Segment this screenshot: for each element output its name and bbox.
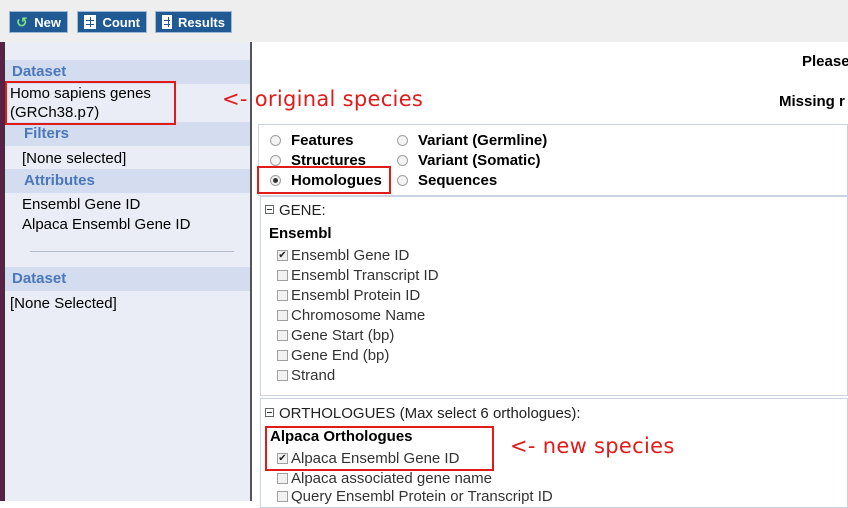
new-button[interactable]: ↺ New bbox=[9, 11, 68, 33]
divider bbox=[30, 251, 234, 252]
gene-field-transcript-id[interactable]: Ensembl Transcript ID bbox=[277, 267, 439, 284]
checkbox[interactable] bbox=[277, 330, 288, 341]
radio-variant-somatic[interactable]: Variant (Somatic) bbox=[397, 152, 541, 169]
checkbox[interactable] bbox=[277, 473, 288, 484]
annotation-new-species: <- new species bbox=[510, 434, 675, 458]
field-label: Query Ensembl Protein or Transcript ID bbox=[291, 488, 553, 505]
toolbar: ↺ New Count Results bbox=[0, 0, 848, 42]
collapse-icon[interactable] bbox=[265, 205, 274, 214]
gene-field-strand[interactable]: Strand bbox=[277, 367, 335, 384]
gene-field-chromosome[interactable]: Chromosome Name bbox=[277, 307, 425, 324]
ensembl-subheader: Ensembl bbox=[269, 225, 332, 242]
highlight-new-species bbox=[265, 426, 494, 471]
checkbox[interactable] bbox=[277, 310, 288, 321]
radio-button[interactable] bbox=[270, 155, 281, 166]
alpaca-field-gene-name[interactable]: Alpaca associated gene name bbox=[277, 470, 492, 487]
highlight-original-species bbox=[5, 81, 176, 125]
checkbox[interactable] bbox=[277, 290, 288, 301]
orthologues-header-label: ORTHOLOGUES (Max select 6 orthologues): bbox=[279, 405, 581, 422]
filters-header[interactable]: Filters bbox=[5, 122, 250, 146]
dataset2-header[interactable]: Dataset bbox=[5, 267, 250, 291]
field-label: Gene Start (bp) bbox=[291, 327, 395, 344]
gene-field-end[interactable]: Gene End (bp) bbox=[277, 347, 389, 364]
field-label: Chromosome Name bbox=[291, 307, 426, 324]
annotation-original-species: <- original species bbox=[222, 87, 424, 111]
gene-section-header[interactable]: GENE: bbox=[265, 202, 326, 219]
new-button-label: New bbox=[34, 14, 61, 30]
field-label: Ensembl Protein ID bbox=[291, 287, 421, 304]
checkbox[interactable] bbox=[277, 270, 288, 281]
refresh-icon: ↺ bbox=[16, 14, 28, 30]
radio-button[interactable] bbox=[397, 175, 408, 186]
radio-features[interactable]: Features bbox=[270, 132, 354, 149]
orthologues-section-header[interactable]: ORTHOLOGUES (Max select 6 orthologues): bbox=[265, 405, 581, 422]
collapse-icon[interactable] bbox=[265, 408, 274, 417]
gene-field-protein-id[interactable]: Ensembl Protein ID bbox=[277, 287, 420, 304]
radio-label: Variant (Somatic) bbox=[418, 152, 541, 169]
radio-sequences[interactable]: Sequences bbox=[397, 172, 497, 189]
attributes-header[interactable]: Attributes bbox=[5, 169, 250, 193]
please-message: Please bbox=[802, 53, 848, 70]
radio-variant-germline[interactable]: Variant (Germline) bbox=[397, 132, 547, 149]
field-label: Alpaca associated gene name bbox=[291, 470, 492, 487]
gene-field-start[interactable]: Gene Start (bp) bbox=[277, 327, 394, 344]
radio-label: Variant (Germline) bbox=[418, 132, 548, 149]
field-label: Strand bbox=[291, 367, 336, 384]
gene-header-label: GENE: bbox=[279, 202, 326, 219]
table-icon bbox=[162, 15, 173, 29]
checkbox-checked[interactable]: ✔ bbox=[277, 250, 288, 261]
radio-button[interactable] bbox=[397, 155, 408, 166]
alpaca-field-query-id[interactable]: Query Ensembl Protein or Transcript ID bbox=[277, 488, 553, 505]
missing-message: Missing r bbox=[779, 93, 845, 110]
results-button-label: Results bbox=[178, 14, 225, 30]
checkbox[interactable] bbox=[277, 350, 288, 361]
checkbox[interactable] bbox=[277, 370, 288, 381]
radio-label: Features bbox=[291, 132, 354, 149]
field-label: Ensembl Transcript ID bbox=[291, 267, 439, 284]
attribute-item[interactable]: Alpaca Ensembl Gene ID bbox=[22, 216, 190, 233]
radio-label: Sequences bbox=[418, 172, 498, 189]
results-button[interactable]: Results bbox=[155, 11, 232, 33]
filters-value[interactable]: [None selected] bbox=[22, 150, 126, 167]
gene-field-ensembl-gene-id[interactable]: ✔ Ensembl Gene ID bbox=[277, 247, 409, 264]
field-label: Ensembl Gene ID bbox=[291, 247, 410, 264]
attribute-item[interactable]: Ensembl Gene ID bbox=[22, 196, 140, 213]
checkbox[interactable] bbox=[277, 491, 288, 502]
field-label: Gene End (bp) bbox=[291, 347, 390, 364]
radio-button[interactable] bbox=[397, 135, 408, 146]
count-button-label: Count bbox=[102, 14, 140, 30]
calculator-icon bbox=[84, 15, 97, 29]
radio-button[interactable] bbox=[270, 135, 281, 146]
dataset2-value[interactable]: [None Selected] bbox=[10, 295, 117, 312]
highlight-homologues bbox=[257, 166, 391, 194]
count-button[interactable]: Count bbox=[77, 11, 147, 33]
